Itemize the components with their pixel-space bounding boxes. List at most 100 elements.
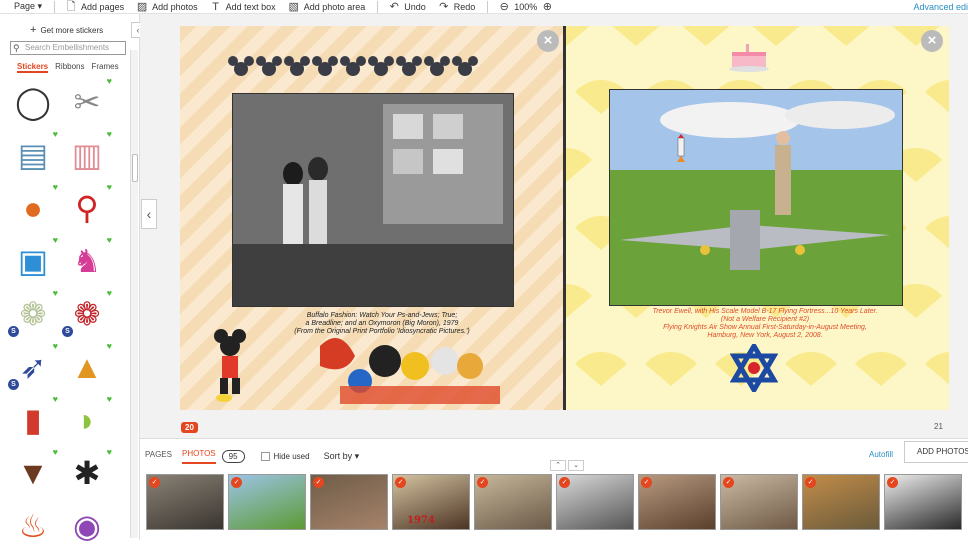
sticker-item[interactable]: ❁ ♥ S (8, 288, 58, 339)
tray-scrollbar[interactable] (130, 444, 138, 538)
sticker-item[interactable]: ◉ (62, 500, 112, 551)
search-icon: ⚲ (13, 43, 20, 53)
undo-button[interactable]: ↶ Undo (388, 1, 426, 13)
fan-pattern-shape (566, 283, 592, 318)
sticker-item[interactable]: ▤ ♥ (8, 129, 58, 180)
sticker-item[interactable]: ❁ ♥ S (62, 288, 112, 339)
right-page-photo[interactable] (609, 89, 903, 306)
add-photo-area-button[interactable]: ▧ Add photo area (288, 1, 365, 13)
zoom-in-button[interactable]: ⊕ (541, 1, 553, 13)
used-check-icon: ✓ (395, 477, 406, 488)
left-page[interactable]: Buffalo Fashion: Watch Your Ps-and-Jews;… (180, 26, 564, 410)
favorite-heart-icon[interactable]: ♥ (107, 288, 112, 298)
photo-thumbnail[interactable]: ✓ (802, 474, 880, 530)
add-photos-button[interactable]: ADD PHOTOS (904, 441, 968, 463)
scroll-thumb[interactable] (132, 154, 138, 182)
get-more-stickers-button[interactable]: + Get more stickers (30, 24, 103, 36)
add-text-box-button[interactable]: T Add text box (210, 1, 275, 13)
favorite-heart-icon[interactable]: ♥ (53, 341, 58, 351)
favorite-heart-icon[interactable]: ♥ (53, 394, 58, 404)
photo-thumbnail[interactable]: ✓ 1974 (392, 474, 470, 530)
photo-thumbnail[interactable]: ✓ (556, 474, 634, 530)
page-menu-button[interactable]: Page ▾ (14, 1, 42, 12)
favorite-heart-icon[interactable]: ♥ (107, 394, 112, 404)
sticker-item[interactable]: ● ♥ (8, 182, 58, 233)
favorite-heart-icon[interactable]: ♥ (107, 235, 112, 245)
zoom-level: 100% (514, 2, 537, 12)
add-photos-toolbar-button[interactable]: ▨ Add photos (136, 1, 198, 13)
thumbnail-year-label: 1974 (407, 515, 435, 526)
tray-expand-button[interactable]: ⌃ (550, 460, 566, 471)
favorite-heart-icon[interactable]: ♥ (107, 341, 112, 351)
sticker-item[interactable]: ▼ ♥ (8, 447, 58, 498)
fan-pattern-shape (575, 351, 627, 386)
favorite-heart-icon[interactable]: ♥ (53, 235, 58, 245)
photo-thumbnail[interactable]: ✓ (310, 474, 388, 530)
sticker-item[interactable]: ⚲ ♥ (62, 182, 112, 233)
favorite-heart-icon[interactable]: ♥ (53, 129, 58, 139)
tab-photos[interactable]: PHOTOS (181, 449, 216, 464)
advanced-editor-link[interactable]: Advanced edi (913, 2, 968, 12)
sticker-item[interactable]: ✱ ♥ (62, 447, 112, 498)
tray-resize-controls: ⌃ ⌄ (550, 460, 584, 471)
redo-button[interactable]: ↷ Redo (438, 1, 475, 13)
fan-pattern-shape (645, 351, 697, 386)
mickey-head-icon (312, 56, 338, 78)
tray-tabs: PAGES PHOTOS 95 Hide used Sort by ▾ (145, 449, 359, 464)
photo-thumbnail[interactable]: ✓ (884, 474, 962, 530)
favorite-heart-icon[interactable]: ♥ (53, 288, 58, 298)
favorite-heart-icon[interactable]: ♥ (53, 447, 58, 457)
hide-used-checkbox[interactable] (260, 452, 270, 461)
favorite-heart-icon[interactable]: ♥ (53, 182, 58, 192)
photo-thumbnail[interactable]: ✓ (638, 474, 716, 530)
previous-page-button[interactable]: ‹ (141, 199, 157, 229)
tab-ribbons[interactable]: Ribbons (55, 62, 84, 73)
tray-collapse-button[interactable]: ⌄ (568, 460, 584, 471)
tab-stickers[interactable]: Stickers (17, 62, 49, 73)
sticker-item[interactable]: ➶ ♥ S (8, 341, 58, 392)
autofill-link[interactable]: Autofill (869, 450, 893, 459)
sort-by-dropdown[interactable]: Sort by ▾ (324, 451, 360, 462)
embellishment-search-input[interactable]: ⚲ Search Embellishments (10, 41, 126, 55)
mickey-head-icon (256, 56, 282, 78)
tab-pages[interactable]: PAGES (145, 450, 172, 463)
favorite-heart-icon[interactable]: ♥ (107, 182, 112, 192)
sticker-item[interactable]: ◗ ♥ (62, 394, 112, 445)
zoom-out-button[interactable]: ⊖ (498, 1, 510, 13)
close-right-page-button[interactable]: × (921, 30, 943, 52)
mickey-head-icon (284, 56, 310, 78)
right-page[interactable]: Trevor Ewell, with His Scale Model B-17 … (566, 26, 949, 410)
hide-used-label: Hide used (273, 452, 310, 461)
toolbar-divider (54, 0, 56, 13)
globe-icon: ● (23, 189, 43, 226)
photo-thumbnail[interactable]: ✓ (146, 474, 224, 530)
photo-tray: PAGES PHOTOS 95 Hide used Sort by ▾ ⌃ ⌄ … (140, 438, 968, 540)
right-photo-caption[interactable]: Trevor Ewell, with His Scale Model B-17 … (610, 308, 920, 340)
fan-pattern-shape (682, 26, 730, 46)
favorite-heart-icon[interactable]: ♥ (107, 447, 112, 457)
photo-thumbnail[interactable]: ✓ (720, 474, 798, 530)
premium-badge-icon: S (8, 326, 19, 337)
photo-thumbnail[interactable]: ✓ (474, 474, 552, 530)
favorite-heart-icon[interactable]: ♥ (107, 76, 112, 86)
toolbar-divider (487, 0, 489, 13)
tab-frames[interactable]: Frames (92, 62, 119, 73)
page-menu-label: Page ▾ (14, 1, 43, 11)
sticker-item[interactable]: ✂ ♥ (62, 76, 112, 127)
sticker-item[interactable]: ▣ ♥ (8, 235, 58, 286)
favorite-heart-icon[interactable]: ♥ (107, 129, 112, 139)
sticker-grid: ◯ ✂ ♥ ▤ ♥ ▥ ♥ ● ♥ ⚲ ♥ ▣ ♥ ♞ ♥ ❁ ♥ S ❁ ♥ S ➶ ♥ S ▲ ♥ ▮ ♥ ◗ ♥ ▼ ♥ ✱ ♥ ♨ ◉ (8, 76, 114, 551)
sticker-item[interactable]: ▮ ♥ (8, 394, 58, 445)
photo-thumbnail[interactable]: ✓ (228, 474, 306, 530)
sticker-item[interactable]: ▥ ♥ (62, 129, 112, 180)
sticker-item[interactable]: ◯ (8, 76, 58, 127)
add-pages-button[interactable]: 🗋 Add pages (65, 1, 124, 13)
close-left-page-button[interactable]: × (537, 30, 559, 52)
add-photos-label: Add photos (152, 1, 198, 12)
sticker-item[interactable]: ♞ ♥ (62, 235, 112, 286)
left-page-photo[interactable] (232, 93, 514, 307)
sticker-item[interactable]: ♨ (8, 500, 58, 551)
sticker-item[interactable]: ▲ ♥ (62, 341, 112, 392)
fan-pattern-shape (822, 26, 870, 46)
hide-used-toggle[interactable]: Hide used (260, 452, 310, 461)
